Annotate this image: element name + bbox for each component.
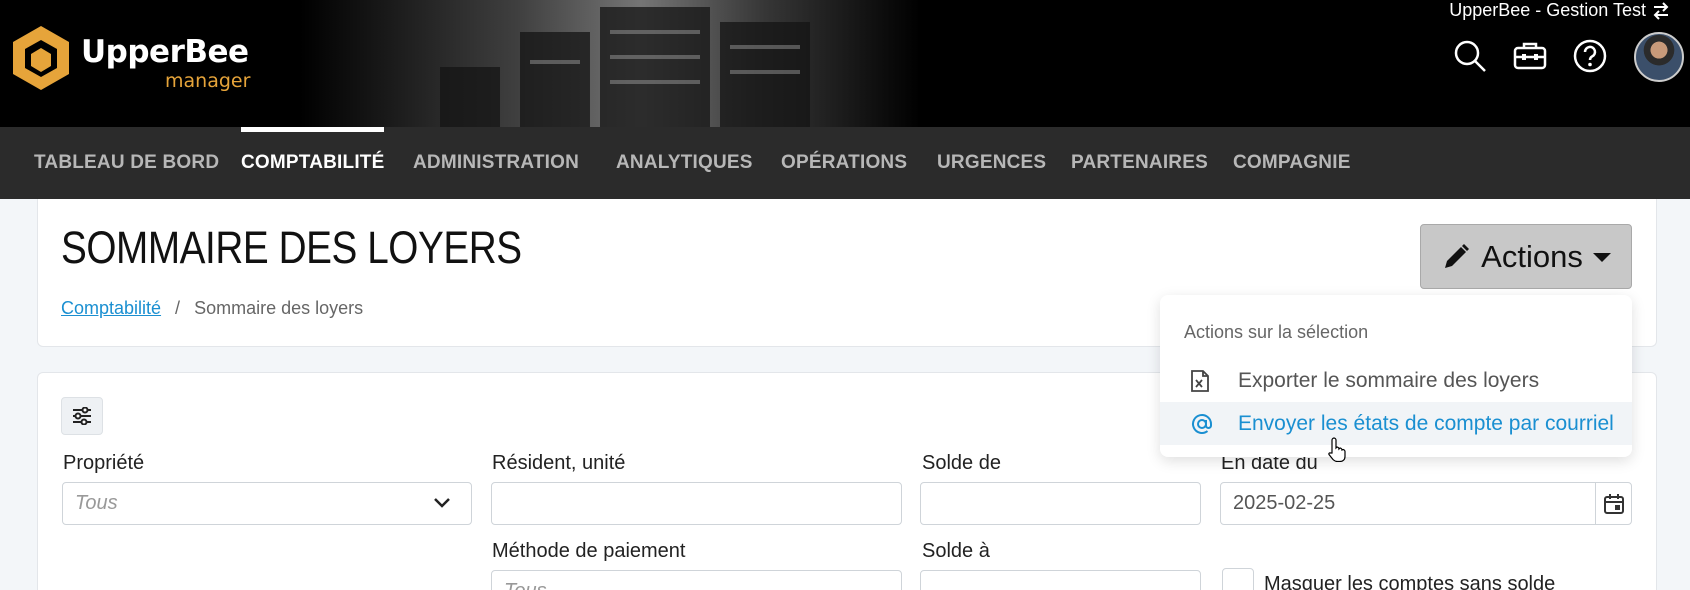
sliders-icon — [73, 407, 91, 425]
main-nav: TABLEAU DE BORD COMPTABILITÉ ADMINISTRAT… — [0, 127, 1690, 199]
solde-de-label: Solde de — [922, 452, 1001, 474]
solde-a-label: Solde à — [922, 540, 990, 562]
email-statements-label: Envoyer les états de compte par courriel — [1238, 411, 1614, 435]
logo-subtitle: manager — [165, 70, 251, 92]
nav-urgences[interactable]: URGENCES — [937, 127, 1046, 199]
breadcrumb-current: Sommaire des loyers — [194, 298, 364, 318]
upperbee-logo[interactable]: UpperBee manager — [11, 24, 271, 94]
masquer-label: Masquer les comptes sans solde — [1264, 573, 1556, 590]
chevron-down-icon — [434, 498, 450, 508]
en-date-du-value: 2025-02-25 — [1233, 492, 1336, 514]
en-date-du-input[interactable]: 2025-02-25 — [1220, 482, 1632, 525]
nav-operations[interactable]: OPÉRATIONS — [781, 127, 907, 199]
toolbox-icon[interactable] — [1512, 38, 1548, 74]
propriete-select[interactable]: Tous — [62, 482, 472, 525]
calendar-button[interactable] — [1595, 483, 1631, 524]
at-sign-icon — [1192, 413, 1212, 434]
solde-a-input[interactable] — [920, 570, 1201, 590]
resident-label: Résident, unité — [492, 452, 626, 474]
logo-wordmark: UpperBee — [81, 34, 249, 70]
breadcrumb: Comptabilité / Sommaire des loyers — [61, 298, 363, 319]
search-icon[interactable] — [1452, 38, 1488, 74]
swap-icon — [1653, 1, 1669, 20]
calendar-icon — [1603, 493, 1624, 514]
help-icon[interactable] — [1572, 38, 1608, 74]
breadcrumb-separator: / — [175, 298, 181, 318]
email-statements-item[interactable]: Envoyer les états de compte par courriel — [1160, 402, 1632, 445]
nav-administration[interactable]: ADMINISTRATION — [413, 127, 579, 199]
hand-cursor-icon — [1328, 437, 1346, 462]
nav-partenaires[interactable]: PARTENAIRES — [1071, 127, 1208, 199]
methode-select[interactable]: Tous — [491, 570, 902, 590]
filter-settings-button[interactable] — [61, 397, 103, 435]
company-switcher[interactable]: UpperBee - Gestion Test — [1449, 0, 1670, 21]
propriete-label: Propriété — [63, 452, 145, 474]
solde-de-input[interactable] — [920, 482, 1201, 525]
methode-value: Tous — [504, 580, 547, 590]
header-background-image — [300, 0, 920, 127]
actions-button[interactable]: Actions — [1420, 224, 1632, 289]
dropdown-header: Actions sur la sélection — [1184, 322, 1369, 342]
excel-file-icon — [1191, 369, 1209, 392]
nav-tableau-de-bord[interactable]: TABLEAU DE BORD — [34, 127, 219, 199]
caret-down-icon — [1592, 252, 1611, 262]
pencil-icon — [1445, 243, 1470, 268]
nav-compagnie[interactable]: COMPAGNIE — [1233, 127, 1351, 199]
propriete-value: Tous — [75, 492, 118, 514]
top-header: UpperBee manager UpperBee - Gestion Test — [0, 0, 1690, 127]
actions-label: Actions — [1481, 238, 1583, 274]
masquer-checkbox[interactable] — [1222, 568, 1254, 590]
logo-hexagon-icon — [13, 26, 69, 90]
nav-comptabilite[interactable]: COMPTABILITÉ — [241, 127, 385, 199]
export-summary-item[interactable]: Exporter le sommaire des loyers — [1160, 359, 1632, 402]
resident-input[interactable] — [491, 482, 902, 525]
export-summary-label: Exporter le sommaire des loyers — [1238, 368, 1540, 392]
nav-analytiques[interactable]: ANALYTIQUES — [616, 127, 753, 199]
page-title: SOMMAIRE DES LOYERS — [61, 222, 522, 273]
methode-label: Méthode de paiement — [492, 540, 686, 562]
company-name: UpperBee - Gestion Test — [1449, 0, 1646, 20]
user-avatar[interactable] — [1634, 32, 1684, 82]
breadcrumb-link-comptabilite[interactable]: Comptabilité — [61, 298, 161, 319]
